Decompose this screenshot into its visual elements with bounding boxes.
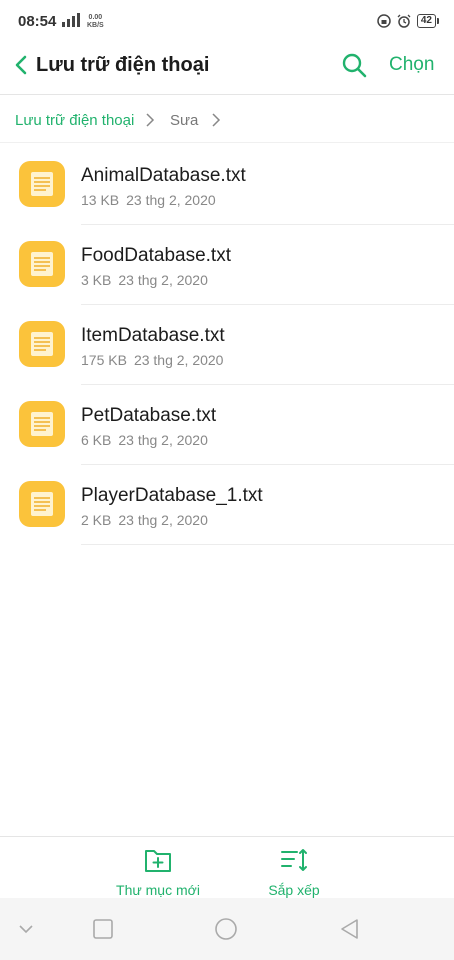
file-name: PlayerDatabase_1.txt	[81, 485, 263, 506]
breadcrumb: Lưu trữ điện thoại Sưa	[0, 96, 454, 143]
file-date: 23 thg 2, 2020	[118, 272, 208, 288]
file-date: 23 thg 2, 2020	[133, 352, 224, 368]
text-file-icon	[19, 481, 65, 527]
divider	[81, 544, 454, 545]
file-row[interactable]: FoodDatabase.txt 3 KB 23 thg 2, 2020	[0, 225, 454, 305]
file-size: 175 KB	[81, 352, 127, 368]
home-icon[interactable]	[214, 917, 238, 941]
app-header: Lưu trữ điện thoại Chọn	[0, 44, 454, 95]
file-name: PetDatabase.txt	[81, 405, 217, 426]
status-time: 08:54	[18, 13, 57, 30]
file-row[interactable]: PlayerDatabase_1.txt 2 KB 23 thg 2, 2020	[0, 465, 454, 545]
file-row[interactable]: ItemDatabase.txt 175 KB 23 thg 2, 2020	[0, 305, 454, 385]
breadcrumb-current[interactable]: Sưa	[170, 112, 198, 129]
back-chevron-icon[interactable]	[10, 53, 34, 77]
sort-button[interactable]: Sắp xếp	[239, 847, 349, 898]
battery-indicator: 42	[416, 14, 440, 28]
file-name: FoodDatabase.txt	[81, 245, 231, 266]
file-date: 23 thg 2, 2020	[118, 512, 208, 528]
folder-plus-icon	[145, 850, 171, 872]
file-size: 3 KB	[81, 272, 112, 288]
search-icon[interactable]	[340, 51, 368, 79]
file-meta: 6 KB 23 thg 2, 2020	[81, 432, 215, 448]
system-nav-bar	[0, 898, 454, 960]
net-speed: 0.00 KB/S	[87, 14, 104, 30]
net-speed-value: 0.00	[88, 14, 103, 21]
file-meta: 2 KB 23 thg 2, 2020	[81, 512, 215, 528]
file-meta: 13 KB 23 thg 2, 2020	[81, 192, 223, 208]
file-size: 6 KB	[81, 432, 112, 448]
signal-icon	[62, 13, 80, 27]
lock-rotation-icon	[377, 14, 391, 28]
file-name: AnimalDatabase.txt	[81, 165, 246, 186]
net-speed-unit: KB/S	[87, 22, 104, 29]
file-date: 23 thg 2, 2020	[126, 192, 216, 208]
file-name: ItemDatabase.txt	[81, 325, 225, 346]
alarm-icon	[397, 14, 411, 28]
new-folder-button[interactable]: Thư mục mới	[103, 847, 213, 898]
back-icon[interactable]	[338, 917, 362, 941]
file-row[interactable]: AnimalDatabase.txt 13 KB 23 thg 2, 2020	[0, 145, 454, 225]
chevron-down-icon[interactable]	[14, 917, 38, 941]
sort-icon	[281, 849, 307, 871]
file-size: 13 KB	[81, 192, 120, 208]
breadcrumb-root[interactable]: Lưu trữ điện thoại	[15, 112, 134, 129]
text-file-icon	[19, 241, 65, 287]
file-row[interactable]: PetDatabase.txt 6 KB 23 thg 2, 2020	[0, 385, 454, 465]
new-folder-label: Thư mục mới	[116, 882, 200, 898]
chevron-right-icon	[146, 113, 155, 127]
file-meta: 175 KB 23 thg 2, 2020	[81, 352, 230, 368]
recent-apps-icon[interactable]	[91, 917, 115, 941]
file-meta: 3 KB 23 thg 2, 2020	[81, 272, 215, 288]
bottom-toolbar: Thư mục mới Sắp xếp	[0, 836, 454, 899]
status-bar: 08:54 0.00 KB/S 42	[0, 0, 454, 44]
chevron-right-icon	[212, 113, 221, 127]
select-button[interactable]: Chọn	[389, 54, 434, 76]
file-size: 2 KB	[81, 512, 112, 528]
file-date: 23 thg 2, 2020	[118, 432, 208, 448]
file-list: AnimalDatabase.txt 13 KB 23 thg 2, 2020 F…	[0, 145, 454, 545]
text-file-icon	[19, 401, 65, 447]
text-file-icon	[19, 321, 65, 367]
status-right: 42	[377, 14, 440, 28]
text-file-icon	[19, 161, 65, 207]
page-title: Lưu trữ điện thoại	[36, 54, 210, 76]
sort-label: Sắp xếp	[268, 882, 320, 898]
